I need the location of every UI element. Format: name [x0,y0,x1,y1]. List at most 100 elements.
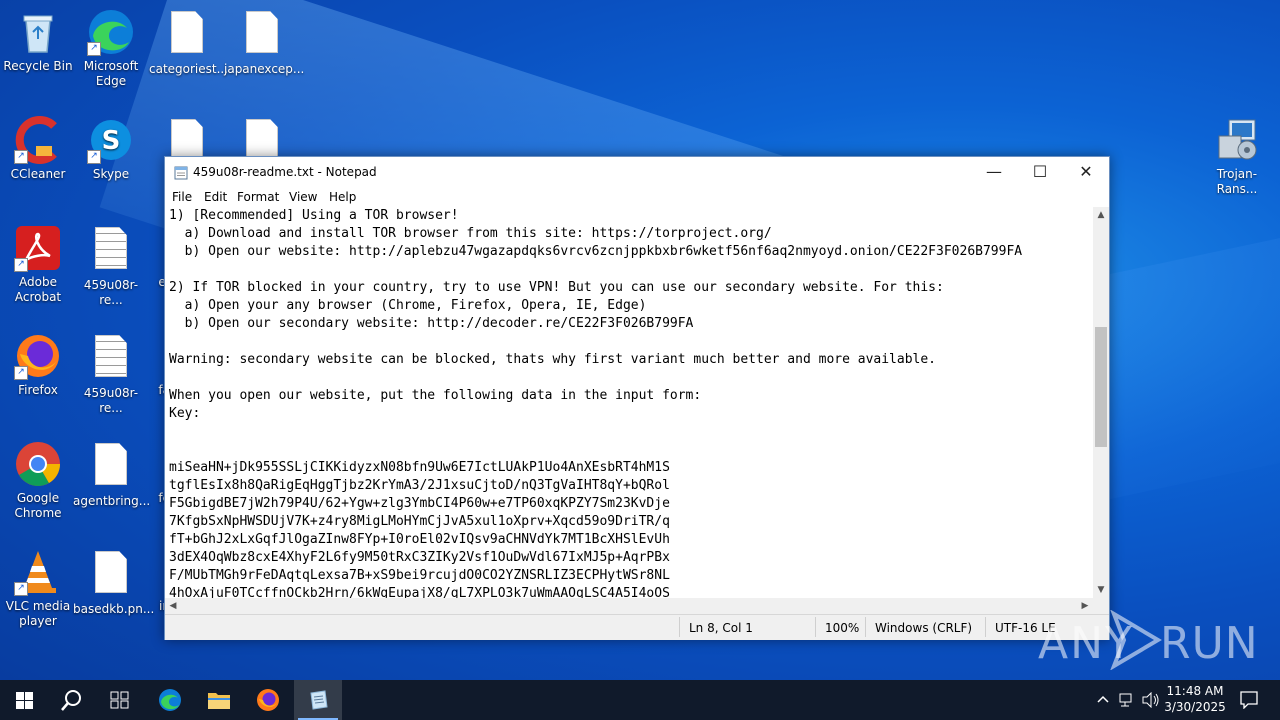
file-icon [246,119,278,161]
menu-format[interactable]: Format [237,190,279,204]
menu-edit[interactable]: Edit [204,190,227,204]
volume-tray[interactable] [1140,680,1160,720]
file-icon [246,11,278,53]
installer-icon [1213,116,1261,164]
shortcut-arrow-icon: ↗ [87,150,101,164]
line-ending: Windows (CRLF) [875,621,973,635]
text-editor[interactable]: 1) [Recommended] Using a TOR browser! a)… [165,207,1093,598]
file-icon [95,443,127,485]
menu-help[interactable]: Help [329,190,356,204]
network-tray[interactable] [1116,680,1136,720]
taskbar-file-explorer[interactable] [195,680,243,720]
desktop-icon-trojan-ransom[interactable]: Trojan-Rans... [1199,116,1275,197]
file-icon [95,551,127,593]
scroll-up-arrow-icon[interactable]: ▲ [1093,207,1109,223]
shortcut-arrow-icon: ↗ [14,150,28,164]
firefox-icon: ↗ [14,332,62,380]
clock-date: 3/30/2025 [1164,700,1226,714]
file-icon [171,119,203,161]
desktop-icon-recycle-bin[interactable]: Recycle Bin [0,8,76,74]
taskbar-notepad[interactable] [294,680,342,720]
menu-bar: File Edit Format View Help [165,187,1109,207]
taskbar: 11:48 AM 3/30/2025 [0,680,1280,720]
chrome-icon [14,440,62,488]
folder-icon [208,693,230,709]
zoom-level: 100% [825,621,860,635]
shortcut-arrow-icon: ↗ [14,258,28,272]
status-separator [985,617,986,637]
notepad-icon [174,165,188,180]
edge-icon [159,689,181,711]
shortcut-arrow-icon: ↗ [14,582,28,596]
desktop-icon-google-chrome[interactable]: Google Chrome [0,440,76,521]
desktop-icon-label: Microsoft Edge [83,59,139,88]
maximize-button[interactable]: ☐ [1017,157,1063,187]
text-file-icon [95,335,127,377]
clock[interactable]: 11:48 AM 3/30/2025 [1162,680,1228,720]
desktop-icon-microsoft-edge[interactable]: ↗ Microsoft Edge [73,8,149,89]
skype-icon: S ↗ [87,116,135,164]
status-separator [865,617,866,637]
edge-icon: ↗ [87,8,135,56]
window-title: 459u08r-readme.txt - Notepad [193,165,377,179]
windows-logo-icon [16,692,33,709]
shortcut-arrow-icon: ↗ [87,42,101,56]
clock-time: 11:48 AM [1166,684,1224,698]
minimize-button[interactable]: — [971,157,1017,187]
desktop-icon-adobe-acrobat[interactable]: ↗ Adobe Acrobat [0,224,76,305]
vlc-cone-icon: ↗ [14,548,62,596]
desktop-icon-label: Recycle Bin [3,59,73,73]
start-button[interactable] [0,680,48,720]
vertical-scroll-thumb[interactable] [1095,327,1107,447]
search-icon [61,690,81,711]
taskbar-edge[interactable] [146,680,194,720]
desktop-icon-vlc[interactable]: ↗ VLC media player [0,548,76,629]
notification-icon [1240,691,1258,709]
shortcut-arrow-icon: ↗ [14,366,28,380]
play-logo-icon [1110,610,1162,670]
network-icon [1119,693,1132,707]
scroll-down-arrow-icon[interactable]: ▼ [1093,582,1109,598]
desktop-icon-categoriest[interactable]: categoriest... [149,8,228,77]
firefox-icon [257,689,279,711]
desktop-icon-label: japanexcep... [224,62,305,76]
desktop-icon-ccleaner[interactable]: ↗ CCleaner [0,116,76,182]
adobe-acrobat-icon: ↗ [14,224,62,272]
desktop-icon-label: Firefox [18,383,58,397]
status-bar: Ln 8, Col 1 100% Windows (CRLF) UTF-16 L… [165,614,1109,640]
taskbar-firefox[interactable] [244,680,292,720]
recycle-bin-icon [14,8,62,56]
scroll-left-arrow-icon[interactable]: ◀ [165,598,181,614]
title-bar[interactable]: 459u08r-readme.txt - Notepad — ☐ ✕ [165,157,1109,187]
speaker-icon [1142,692,1159,708]
search-button[interactable] [48,680,96,720]
ccleaner-icon: ↗ [14,116,62,164]
anyrun-watermark: ANY RUN [1038,608,1258,672]
cursor-position: Ln 8, Col 1 [689,621,753,635]
notepad-window[interactable]: 459u08r-readme.txt - Notepad — ☐ ✕ File … [164,156,1110,640]
task-view-icon [110,691,129,709]
menu-view[interactable]: View [289,190,317,204]
menu-file[interactable]: File [172,190,192,204]
desktop-icon-label: Skype [92,167,130,181]
desktop-icon-skype[interactable]: S ↗ Skype [73,116,149,182]
desktop-icon-firefox[interactable]: ↗ Firefox [0,332,76,398]
vertical-scrollbar[interactable]: ▲ ▼ [1093,207,1109,598]
desktop-icon-readme-1[interactable]: 459u08r-re... [73,224,149,308]
horizontal-scrollbar[interactable]: ◀ ▶ [165,598,1093,614]
svg-text:S: S [102,126,121,156]
close-button[interactable]: ✕ [1063,157,1109,187]
text-file-icon [95,227,127,269]
task-view-button[interactable] [96,680,144,720]
desktop-icon-label: CCleaner [10,167,66,181]
watermark-text-right: RUN [1160,618,1259,669]
status-separator [815,617,816,637]
notifications-button[interactable] [1232,680,1268,720]
show-hidden-icons-button[interactable] [1094,680,1112,720]
desktop-icon-label: VLC media player [5,599,71,628]
desktop-icon-japanexcep[interactable]: japanexcep... [224,8,305,77]
desktop-icon-readme-2[interactable]: 459u08r-re... [73,332,149,416]
file-icon [171,11,203,53]
document-text[interactable]: 1) [Recommended] Using a TOR browser! a)… [165,207,1093,598]
chevron-up-icon [1097,695,1109,703]
